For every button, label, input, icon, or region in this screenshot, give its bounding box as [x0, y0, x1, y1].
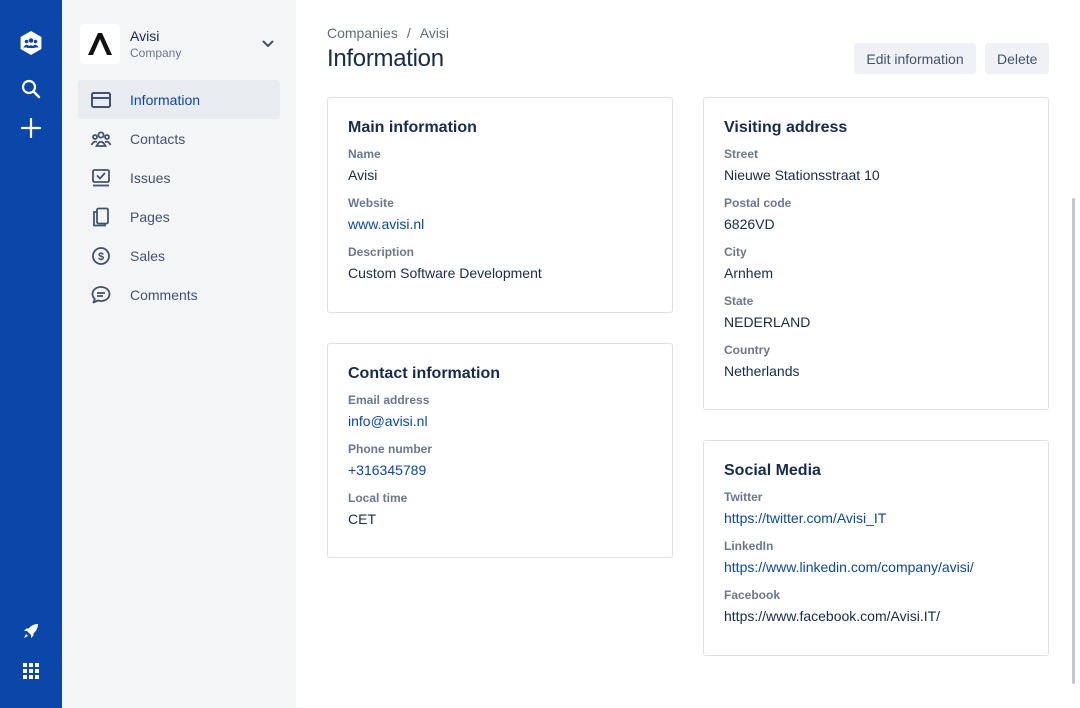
issues-icon: [90, 167, 112, 189]
sidebar-item-label: Pages: [130, 208, 170, 225]
state-value: NEDERLAND: [724, 314, 811, 330]
card-icon: [90, 89, 112, 111]
sidebar-nav: Information Contacts Issues Pages $ Sale…: [78, 80, 280, 314]
website-link[interactable]: www.avisi.nl: [348, 214, 652, 234]
breadcrumb: Companies / Avisi: [327, 25, 449, 41]
breadcrumb-avisi[interactable]: Avisi: [420, 25, 449, 41]
sidebar-item-label: Contacts: [130, 130, 186, 147]
people-icon: [90, 128, 112, 150]
local-time-value: CET: [348, 511, 376, 527]
rocket-icon[interactable]: [16, 616, 46, 646]
city-label: City: [724, 245, 747, 259]
edit-information-button[interactable]: Edit information: [854, 43, 976, 74]
sidebar-item-comments[interactable]: Comments: [78, 275, 280, 314]
sidebar-item-label: Information: [130, 91, 201, 108]
card-title: Contact information: [348, 365, 500, 382]
local-time-label: Local time: [348, 491, 408, 505]
email-link[interactable]: info@avisi.nl: [348, 411, 652, 431]
company-type: Company: [130, 46, 182, 60]
name-value: Avisi: [348, 167, 378, 183]
visiting-address-card: Visiting address Street Nieuwe Stationss…: [703, 97, 1049, 410]
contact-information-card: Contact information Email address info@a…: [327, 343, 673, 558]
email-label: Email address: [348, 393, 430, 407]
card-title: Main information: [348, 119, 477, 136]
sidebar-item-label: Issues: [130, 169, 171, 186]
phone-label: Phone number: [348, 442, 433, 456]
company-name: Avisi: [130, 28, 160, 44]
sidebar-item-pages[interactable]: Pages: [78, 197, 280, 236]
company-switcher[interactable]: Avisi Company: [80, 22, 278, 66]
card-title: Social Media: [724, 462, 821, 479]
description-value: Custom Software Development: [348, 265, 542, 281]
street-value: Nieuwe Stationsstraat 10: [724, 167, 880, 183]
twitter-link[interactable]: https://twitter.com/Avisi_IT: [724, 508, 1028, 528]
pages-icon: [90, 206, 112, 228]
country-label: Country: [724, 343, 770, 357]
description-label: Description: [348, 245, 415, 259]
team-icon[interactable]: [16, 28, 46, 58]
sidebar-item-sales[interactable]: $ Sales: [78, 236, 280, 275]
city-value: Arnhem: [724, 265, 774, 281]
delete-button[interactable]: Delete: [985, 43, 1049, 74]
state-label: State: [724, 294, 754, 308]
svg-text:$: $: [98, 251, 104, 263]
card-title: Visiting address: [724, 119, 848, 136]
twitter-label: Twitter: [724, 490, 763, 504]
scrollbar[interactable]: [1072, 198, 1075, 684]
sidebar-item-issues[interactable]: Issues: [78, 158, 280, 197]
search-icon[interactable]: [16, 74, 46, 104]
comment-icon: [90, 284, 112, 306]
app-grid-icon[interactable]: [16, 656, 46, 686]
sidebar-item-information[interactable]: Information: [78, 80, 280, 119]
main-content: Companies / Avisi Information Edit infor…: [296, 0, 1080, 708]
breadcrumb-separator: /: [406, 25, 411, 41]
phone-link[interactable]: +316345789: [348, 460, 652, 480]
sidebar-item-contacts[interactable]: Contacts: [78, 119, 280, 158]
plus-icon[interactable]: [16, 113, 46, 143]
street-label: Street: [724, 147, 759, 161]
linkedin-link[interactable]: https://www.linkedin.com/company/avisi/: [724, 557, 1028, 577]
linkedin-label: LinkedIn: [724, 539, 774, 553]
facebook-label: Facebook: [724, 588, 781, 602]
postal-code-value: 6826VD: [724, 216, 775, 232]
country-value: Netherlands: [724, 363, 800, 379]
page-title: Information: [327, 45, 444, 72]
website-label: Website: [348, 196, 394, 210]
project-sidebar: Avisi Company Information Contacts Issue…: [62, 0, 296, 708]
postal-code-label: Postal code: [724, 196, 792, 210]
breadcrumb-companies[interactable]: Companies: [327, 25, 398, 41]
company-logo: [80, 24, 120, 64]
social-media-card: Social Media Twitter https://twitter.com…: [703, 440, 1049, 656]
sidebar-item-label: Comments: [130, 286, 198, 303]
main-information-card: Main information Name Avisi Website www.…: [327, 97, 673, 313]
dollar-icon: $: [90, 245, 112, 267]
name-label: Name: [348, 147, 381, 161]
chevron-down-icon[interactable]: [258, 34, 278, 54]
global-navigation: [0, 0, 62, 708]
facebook-value: https://www.facebook.com/Avisi.IT/: [724, 608, 941, 624]
sidebar-item-label: Sales: [130, 247, 166, 264]
